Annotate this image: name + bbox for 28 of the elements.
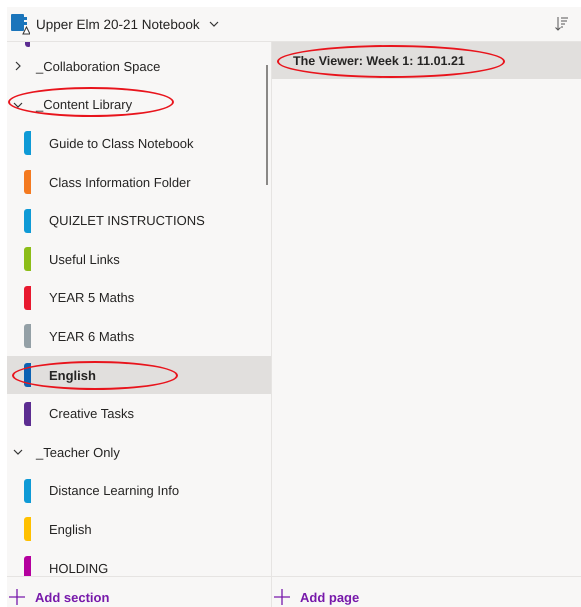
section-item[interactable]: Guide to Class Notebook (7, 124, 271, 163)
chevron-down-icon[interactable] (13, 100, 23, 110)
section-item[interactable]: Class Information Folder (7, 162, 271, 202)
section-group-label[interactable]: _Collaboration Space (36, 58, 160, 74)
section-group-label[interactable]: _Content Library (36, 97, 132, 112)
notebook-title[interactable]: Upper Elm 20-21 Notebook (36, 16, 200, 32)
plus-icon (9, 589, 25, 605)
section-item[interactable]: QUIZLET INSTRUCTIONS (7, 201, 271, 240)
section-item[interactable]: YEAR 5 Maths (7, 278, 271, 318)
section-tab-marker (25, 42, 30, 47)
section-item[interactable]: English (7, 356, 271, 394)
scrollbar[interactable] (266, 65, 268, 185)
section-group-label[interactable]: _Teacher Only (36, 444, 120, 460)
chevron-down-icon[interactable] (208, 21, 219, 27)
sort-icon[interactable] (555, 16, 569, 32)
plus-icon (274, 589, 290, 605)
add-section-button[interactable]: Add section (7, 589, 110, 607)
section-item[interactable]: Creative Tasks (7, 394, 271, 433)
section-item[interactable]: Distance Learning Info (7, 472, 271, 510)
section-item[interactable]: English (7, 510, 271, 549)
section-item[interactable]: YEAR 6 Maths (7, 317, 271, 356)
add-page-button[interactable]: Add page (272, 589, 360, 607)
section-item[interactable]: HOLDING (7, 548, 271, 576)
chevron-down-icon[interactable] (13, 447, 23, 458)
section-item[interactable]: Useful Links (7, 240, 271, 279)
page-item[interactable]: The Viewer: Week 1: 11.01.21 (272, 42, 581, 79)
chevron-right-icon[interactable] (13, 61, 23, 72)
notebook-icon (10, 13, 30, 35)
